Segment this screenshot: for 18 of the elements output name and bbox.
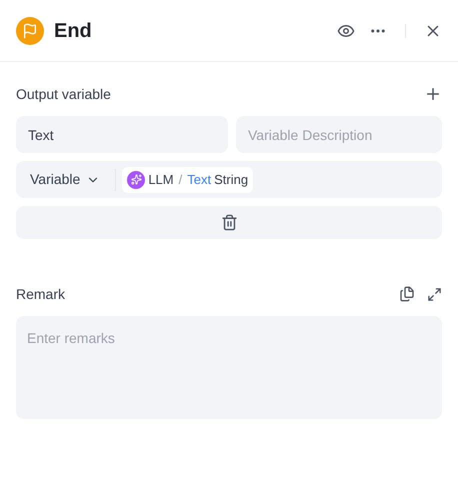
description-field[interactable]: Variable Description: [236, 116, 442, 153]
trash-icon: [220, 214, 238, 231]
flag-icon: [16, 16, 44, 44]
type-select[interactable]: Variable: [21, 169, 110, 190]
path-separator: /: [178, 170, 182, 189]
copy-icon[interactable]: [399, 286, 415, 302]
expand-icon[interactable]: [427, 286, 442, 302]
field-name: Text: [187, 170, 212, 189]
section-label: Remark: [16, 284, 66, 304]
remark-field[interactable]: Enter remarks: [16, 316, 442, 419]
source-chip[interactable]: LLM / Text String: [122, 166, 254, 192]
sparkle-icon: [127, 170, 146, 188]
field-type: String: [214, 170, 248, 189]
section-label: Output variable: [16, 84, 111, 104]
node-title: End: [54, 18, 92, 44]
node-name: LLM: [148, 170, 174, 189]
add-icon[interactable]: [424, 85, 442, 103]
name-field[interactable]: Text: [16, 116, 228, 153]
